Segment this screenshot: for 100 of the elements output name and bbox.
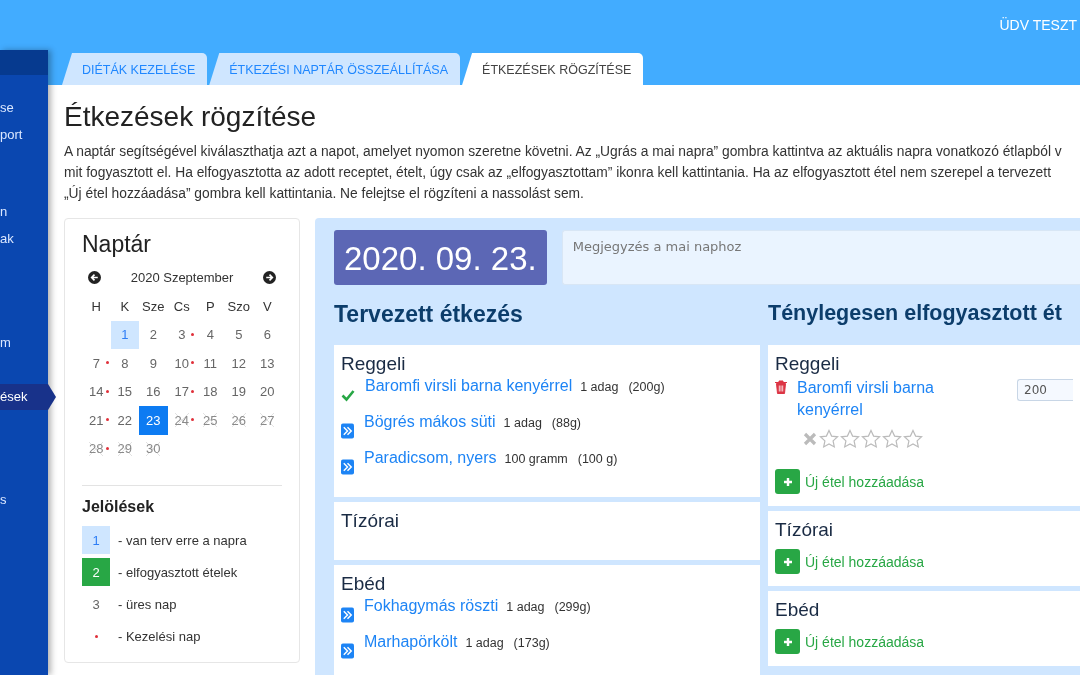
- meal-title: Tízórai: [341, 510, 401, 532]
- calendar-day[interactable]: 18: [196, 377, 225, 406]
- legend-text: - üres nap: [118, 596, 177, 612]
- weight-text: (100 g): [577, 452, 618, 466]
- calendar-day[interactable]: 9: [139, 349, 168, 378]
- add-food-button[interactable]: Új étel hozzáadása: [775, 629, 925, 654]
- legend-text: - Kezelési nap: [118, 628, 201, 644]
- food-link[interactable]: Bögrés mákos süti: [364, 413, 496, 431]
- legend-text: - van terv erre a napra: [118, 532, 247, 548]
- calendar-day: 26: [224, 406, 253, 435]
- weekday-label: H: [90, 297, 102, 316]
- sidebar-item[interactable]: ések: [0, 384, 48, 410]
- calendar-day[interactable]: 12: [224, 349, 253, 378]
- calendar-day[interactable]: 4: [196, 320, 225, 349]
- calendar-day: 29: [110, 434, 139, 463]
- star-icon[interactable]: [882, 429, 902, 449]
- sidebar-item[interactable]: se: [0, 95, 48, 121]
- weekday-label: Sze: [141, 297, 166, 316]
- meal-title: Tízórai: [775, 519, 835, 541]
- sidebar-item[interactable]: ak: [0, 226, 48, 252]
- previous-month-button[interactable]: [88, 270, 101, 284]
- meal-title: Reggeli: [775, 353, 841, 375]
- plus-icon: [782, 636, 793, 647]
- previous-arrow-icon: [88, 270, 101, 284]
- greeting-text: ÜDV TESZT: [999, 17, 1077, 33]
- date-badge: 2020. 09. 23.: [334, 230, 547, 285]
- sidebar-item[interactable]: m: [0, 330, 48, 356]
- calendar-day[interactable]: 13: [253, 349, 282, 378]
- weekday-label: P: [204, 297, 216, 316]
- calendar-day[interactable]: 11: [196, 349, 225, 378]
- section-heading: Ténylegesen elfogyasztott ét: [768, 301, 1063, 327]
- calendar-day[interactable]: 10: [167, 349, 196, 378]
- weekday-label: V: [261, 297, 273, 316]
- add-food-button[interactable]: Új étel hozzáadása: [775, 549, 925, 574]
- sidebar-header: [0, 50, 48, 75]
- calendar-day[interactable]: 6: [253, 320, 282, 349]
- calendar-day[interactable]: 7: [82, 349, 111, 378]
- portion-text: 1 adag: [580, 380, 619, 394]
- calendar-day: 30: [139, 434, 168, 463]
- calendar-day: 24: [167, 406, 196, 435]
- trash-icon: [775, 380, 787, 394]
- weight-text: (88g): [551, 416, 582, 430]
- portion-text: 1 adag: [465, 636, 504, 650]
- portion-text: 1 adag: [506, 600, 545, 614]
- nav-tab[interactable]: ÉTKEZÉSEK RÖGZÍTÉSE: [462, 53, 644, 85]
- calendar-title: Naptár: [82, 231, 153, 258]
- food-link[interactable]: Baromfi virsli barna kenyérrel: [797, 377, 982, 421]
- quantity-field[interactable]: 200: [1017, 379, 1073, 401]
- weekday-label: K: [119, 297, 131, 316]
- weight-text: (173g): [513, 636, 550, 650]
- month-label: 2020 Szeptember: [130, 269, 234, 285]
- calendar-day[interactable]: 16: [139, 377, 168, 406]
- sidebar-item[interactable]: s: [0, 487, 48, 513]
- plus-icon: [782, 476, 793, 487]
- calendar-day[interactable]: 17: [167, 377, 196, 406]
- star-icon[interactable]: [840, 429, 860, 449]
- intro-text: mit fogyasztott el. Ha elfogyasztotta az adott receptet, ételt, úgy csak az „elfogyasztottam” ikonra kell kattintania. Ha az elfogyasztott étel nem szerepel a tervezett: [64, 164, 1052, 182]
- meal-title: Reggeli: [341, 353, 407, 375]
- legend-text: - elfogyasztott ételek: [118, 564, 238, 580]
- next-month-button[interactable]: [263, 270, 276, 284]
- sidebar-item[interactable]: n: [0, 199, 48, 225]
- clear-rating-button[interactable]: [803, 432, 817, 446]
- portion-text: 1 adag: [503, 416, 542, 430]
- section-heading: Tervezett étkezés: [334, 301, 524, 329]
- note-field[interactable]: Megjegyzés a mai naphoz: [561, 230, 1080, 285]
- legend-title: Jelölések: [82, 498, 156, 516]
- food-link[interactable]: Marhapörkölt: [364, 633, 458, 651]
- calendar-day[interactable]: 5: [224, 320, 253, 349]
- calendar-day[interactable]: 19: [224, 377, 253, 406]
- weekday-label: Szo: [226, 297, 251, 316]
- star-icon[interactable]: [861, 429, 881, 449]
- calendar-day: 28: [82, 434, 111, 463]
- meal-title: Ebéd: [341, 573, 387, 595]
- intro-text: „Új étel hozzáadása” gombra kell kattintania. Ne felejtse el rögzíteni a nassolást sem.: [64, 184, 585, 203]
- sidebar-item[interactable]: port: [0, 122, 48, 148]
- calendar-day[interactable]: 2: [139, 320, 168, 349]
- calendar-day[interactable]: 3: [167, 320, 196, 349]
- weekday-label: Cs: [172, 297, 191, 316]
- add-food-button[interactable]: Új étel hozzáadása: [775, 469, 925, 494]
- food-link[interactable]: Fokhagymás röszti: [364, 597, 499, 615]
- calendar-day[interactable]: 21: [82, 406, 111, 435]
- legend-swatch: 3: [82, 590, 110, 618]
- calendar-day[interactable]: 15: [110, 377, 139, 406]
- food-link[interactable]: Paradicsom, nyers: [364, 449, 497, 467]
- star-icon[interactable]: [903, 429, 923, 449]
- page-title: Étkezések rögzítése: [64, 101, 318, 133]
- food-link[interactable]: Baromfi virsli barna kenyérrel: [365, 377, 573, 395]
- calendar-day[interactable]: 20: [253, 377, 282, 406]
- calendar-day[interactable]: 14: [82, 377, 111, 406]
- calendar-day[interactable]: 22: [110, 406, 139, 435]
- next-arrow-icon: [263, 270, 276, 284]
- weight-text: (200g): [628, 380, 665, 394]
- legend-swatch: 1: [82, 526, 110, 554]
- delete-button[interactable]: [775, 377, 787, 397]
- calendar-day[interactable]: 23: [139, 406, 168, 435]
- cross-icon: [803, 432, 817, 446]
- calendar-day: 25: [196, 406, 225, 435]
- calendar-day: 27: [253, 406, 282, 435]
- star-icon[interactable]: [819, 429, 839, 449]
- calendar-day[interactable]: 8: [110, 349, 139, 378]
